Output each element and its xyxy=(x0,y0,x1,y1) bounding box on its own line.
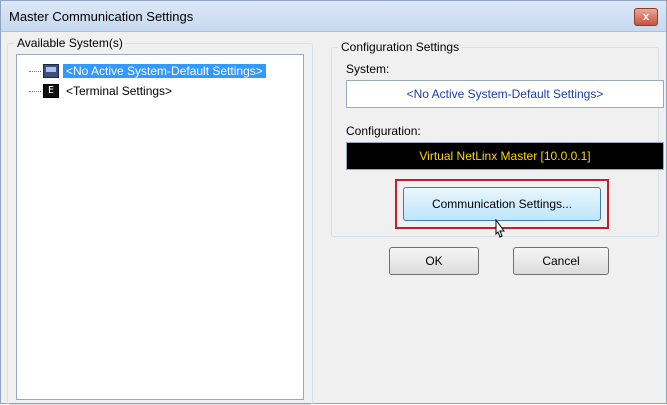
system-field: <No Active System-Default Settings> xyxy=(346,80,664,108)
terminal-icon: E xyxy=(43,84,59,98)
configuration-settings-label: Configuration Settings xyxy=(338,40,463,54)
ok-button[interactable]: OK xyxy=(389,247,479,275)
system-label: System: xyxy=(346,62,390,76)
tree-item-label: <No Active System-Default Settings> xyxy=(63,64,266,78)
available-systems-label: Available System(s) xyxy=(14,36,126,50)
communication-settings-button[interactable]: Communication Settings... xyxy=(403,187,601,221)
cancel-button[interactable]: Cancel xyxy=(513,247,609,275)
window-title: Master Communication Settings xyxy=(9,9,194,24)
close-button[interactable]: x xyxy=(634,8,658,26)
configuration-field: Virtual NetLinx Master [10.0.0.1] xyxy=(346,142,664,170)
available-systems-group: Available System(s) <No Active System-De… xyxy=(7,36,313,405)
tree-connector xyxy=(29,90,41,92)
title-bar[interactable]: Master Communication Settings x xyxy=(1,1,666,32)
dialog-window: Master Communication Settings x Availabl… xyxy=(0,0,667,405)
system-tree[interactable]: <No Active System-Default Settings> E <T… xyxy=(16,54,304,400)
tree-item-default-settings[interactable]: <No Active System-Default Settings> xyxy=(29,63,266,79)
tree-item-terminal-settings[interactable]: E <Terminal Settings> xyxy=(29,83,175,99)
tree-item-label: <Terminal Settings> xyxy=(66,84,173,98)
system-icon xyxy=(43,64,59,78)
mouse-cursor-icon xyxy=(495,219,505,238)
close-icon: x xyxy=(642,11,650,23)
tree-connector xyxy=(29,70,41,72)
configuration-label: Configuration: xyxy=(346,124,421,138)
